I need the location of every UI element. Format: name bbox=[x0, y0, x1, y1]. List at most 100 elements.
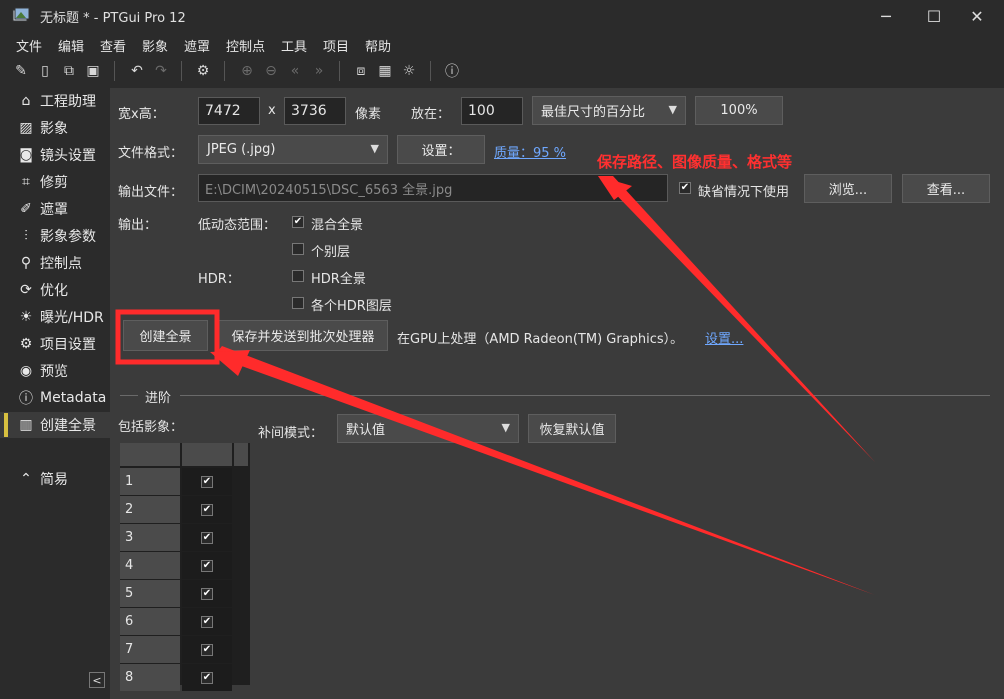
menu-project[interactable]: 项目 bbox=[323, 36, 349, 55]
settings-icon[interactable]: ⚙ bbox=[194, 62, 212, 80]
interpolation-select[interactable]: 默认值 ▼ bbox=[337, 414, 519, 443]
zoom-out-icon[interactable]: ⊖ bbox=[262, 62, 280, 80]
width-field[interactable]: 7472 bbox=[198, 97, 260, 125]
toolbar-divider bbox=[181, 61, 182, 81]
row-checkbox-cell[interactable]: ✔ bbox=[182, 664, 232, 691]
sidebar-item-project-settings[interactable]: ⚙ 项目设置 bbox=[0, 331, 110, 357]
table-row[interactable]: 5 ✔ bbox=[120, 580, 233, 608]
undo-icon[interactable]: ↶ bbox=[128, 62, 146, 80]
row-checkbox-cell[interactable]: ✔ bbox=[182, 524, 232, 551]
images-table: 1 ✔ 2 ✔ 3 ✔ 4 ✔ 5 ✔ 6 ✔ 7 ✔ 8 ✔ bbox=[120, 443, 250, 691]
table-row[interactable]: 4 ✔ bbox=[120, 552, 233, 580]
include-checkbox[interactable]: ✔ bbox=[201, 671, 213, 684]
sidebar-item-image-parameters[interactable]: ⫶ 影象参数 bbox=[0, 223, 110, 249]
menu-tools[interactable]: 工具 bbox=[281, 36, 307, 55]
previous-icon[interactable]: « bbox=[286, 62, 304, 80]
include-checkbox[interactable]: ✔ bbox=[201, 559, 213, 572]
include-checkbox[interactable]: ✔ bbox=[201, 503, 213, 516]
sidebar-item-create-panorama[interactable]: ▥ 创建全景 bbox=[0, 412, 110, 438]
create-panorama-button[interactable]: 创建全景 bbox=[123, 320, 208, 351]
maximize-button[interactable]: ☐ bbox=[911, 0, 957, 32]
open-icon[interactable]: ▯ bbox=[36, 62, 54, 80]
new-project-icon[interactable]: ✎ bbox=[12, 62, 30, 80]
active-indicator bbox=[4, 413, 8, 437]
hdr-panorama-checkbox[interactable] bbox=[292, 270, 304, 282]
menu-view[interactable]: 查看 bbox=[100, 36, 126, 55]
scale-mode-select[interactable]: 最佳尺寸的百分比 ▼ bbox=[532, 96, 686, 125]
quality-link[interactable]: 质量：95 % bbox=[494, 142, 566, 161]
sidebar-item-metadata[interactable]: ⓘ Metadata bbox=[0, 385, 110, 411]
sidebar-simple-mode[interactable]: ⌃ 简易 bbox=[0, 466, 110, 492]
row-checkbox-cell[interactable]: ✔ bbox=[182, 552, 232, 579]
sidebar-item-label: 优化 bbox=[40, 283, 68, 299]
default-checkbox[interactable]: ✔ bbox=[679, 182, 691, 194]
panorama-editor-icon[interactable]: ⧈ bbox=[352, 62, 370, 80]
include-checkbox[interactable]: ✔ bbox=[201, 615, 213, 628]
app-icon bbox=[12, 7, 30, 22]
row-checkbox-cell[interactable]: ✔ bbox=[182, 608, 232, 635]
scale-field[interactable]: 100 bbox=[461, 97, 523, 125]
browse-button[interactable]: 浏览... bbox=[804, 174, 892, 203]
sidebar-item-crop[interactable]: ⌗ 修剪 bbox=[0, 169, 110, 195]
percent-100-button[interactable]: 100% bbox=[695, 96, 783, 125]
sidebar-item-mask[interactable]: ✐ 遮罩 bbox=[0, 196, 110, 222]
table-row[interactable]: 8 ✔ bbox=[120, 664, 233, 692]
row-checkbox-cell[interactable]: ✔ bbox=[182, 636, 232, 663]
menu-help[interactable]: 帮助 bbox=[365, 36, 391, 55]
include-checkbox[interactable]: ✔ bbox=[201, 475, 213, 488]
sidebar-item-project-assistant[interactable]: ⌂ 工程助理 bbox=[0, 88, 110, 114]
table-icon[interactable]: ▦ bbox=[376, 62, 394, 80]
include-checkbox[interactable]: ✔ bbox=[201, 531, 213, 544]
row-number: 1 bbox=[120, 468, 180, 495]
table-row[interactable]: 7 ✔ bbox=[120, 636, 233, 664]
table-header bbox=[120, 443, 180, 466]
menu-control-points[interactable]: 控制点 bbox=[226, 36, 265, 55]
sidebar-item-control-points[interactable]: ⚲ 控制点 bbox=[0, 250, 110, 276]
height-field[interactable]: 3736 bbox=[284, 97, 346, 125]
row-number: 8 bbox=[120, 664, 180, 691]
restore-defaults-button[interactable]: 恢复默认值 bbox=[528, 414, 616, 443]
table-row[interactable]: 2 ✔ bbox=[120, 496, 233, 524]
gpu-settings-link[interactable]: 设置... bbox=[705, 328, 743, 347]
lightbulb-icon[interactable]: ☼ bbox=[400, 62, 418, 80]
hdr-layers-checkbox[interactable] bbox=[292, 297, 304, 309]
sidebar-item-exposure-hdr[interactable]: ☀ 曝光/HDR bbox=[0, 304, 110, 330]
table-row[interactable]: 1 ✔ bbox=[120, 468, 233, 496]
menu-edit[interactable]: 编辑 bbox=[58, 36, 84, 55]
send-to-batch-button[interactable]: 保存并发送到批次处理器 bbox=[218, 320, 388, 351]
collapse-sidebar-button[interactable]: < bbox=[89, 672, 105, 688]
menu-image[interactable]: 影象 bbox=[142, 36, 168, 55]
include-checkbox[interactable]: ✔ bbox=[201, 587, 213, 600]
sidebar-item-preview[interactable]: ◉ 预览 bbox=[0, 358, 110, 384]
sidebar-item-label: 影象参数 bbox=[40, 229, 96, 245]
blended-panorama-checkbox[interactable]: ✔ bbox=[292, 216, 304, 228]
sidebar-item-lens-settings[interactable]: ◙ 镜头设置 bbox=[0, 142, 110, 168]
interpolation-value: 默认值 bbox=[346, 423, 386, 438]
menu-file[interactable]: 文件 bbox=[16, 36, 42, 55]
format-settings-button[interactable]: 设置： bbox=[397, 135, 485, 164]
row-checkbox-cell[interactable]: ✔ bbox=[182, 468, 232, 495]
info-icon: ⓘ bbox=[19, 391, 33, 407]
view-button[interactable]: 查看... bbox=[902, 174, 990, 203]
individual-layers-checkbox[interactable] bbox=[292, 243, 304, 255]
output-file-field[interactable]: E:\DCIM\20240515\DSC_6563 全景.jpg bbox=[198, 174, 668, 202]
copy-icon[interactable]: ⧉ bbox=[60, 62, 78, 80]
zoom-in-icon[interactable]: ⊕ bbox=[238, 62, 256, 80]
individual-layers-label: 个别层 bbox=[311, 245, 351, 260]
format-select[interactable]: JPEG (.jpg) ▼ bbox=[198, 135, 388, 164]
include-checkbox[interactable]: ✔ bbox=[201, 643, 213, 656]
help-icon[interactable]: ⓘ bbox=[443, 62, 461, 80]
next-icon[interactable]: » bbox=[310, 62, 328, 80]
close-button[interactable]: ✕ bbox=[954, 0, 1000, 32]
redo-icon[interactable]: ↷ bbox=[152, 62, 170, 80]
save-icon[interactable]: ▣ bbox=[84, 62, 102, 80]
table-row[interactable]: 3 ✔ bbox=[120, 524, 233, 552]
row-checkbox-cell[interactable]: ✔ bbox=[182, 580, 232, 607]
sidebar-item-images[interactable]: ▨ 影象 bbox=[0, 115, 110, 141]
menu-mask[interactable]: 遮罩 bbox=[184, 36, 210, 55]
minimize-button[interactable]: ─ bbox=[863, 0, 909, 32]
camera-icon: ◙ bbox=[19, 147, 33, 163]
row-checkbox-cell[interactable]: ✔ bbox=[182, 496, 232, 523]
table-row[interactable]: 6 ✔ bbox=[120, 608, 233, 636]
sidebar-item-optimize[interactable]: ⟳ 优化 bbox=[0, 277, 110, 303]
